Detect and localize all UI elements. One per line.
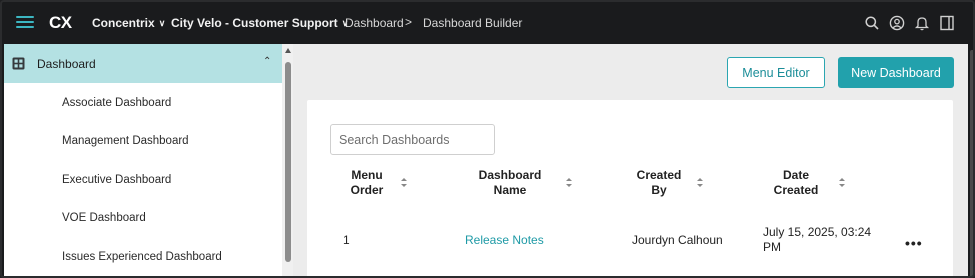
sidebar-section-dashboard[interactable]: Dashboard ⌃: [4, 44, 282, 83]
sort-icon[interactable]: [566, 178, 573, 188]
org-dropdown[interactable]: Concentrix ∨: [92, 16, 165, 30]
project-dropdown-label: City Velo - Customer Support: [171, 16, 338, 30]
sidebar-item-management-dashboard[interactable]: Management Dashboard: [62, 135, 189, 147]
bell-icon[interactable]: [914, 15, 930, 31]
column-header-created-by[interactable]: Created By: [629, 168, 689, 198]
app-logo: CX: [49, 13, 72, 32]
page-scrollbar[interactable]: [968, 44, 973, 276]
app-window: CX Concentrix ∨ City Velo - Customer Supp…: [0, 0, 975, 278]
sidebar-item-voe-dashboard[interactable]: VOE Dashboard: [62, 212, 146, 224]
breadcrumb-dashboard-builder: Dashboard Builder: [423, 16, 523, 30]
chevron-down-icon: ∨: [158, 18, 166, 28]
row-actions-more-icon[interactable]: •••: [905, 235, 923, 251]
cell-created-by: Jourdyn Calhoun: [632, 233, 723, 247]
breadcrumb-separator: >: [405, 15, 413, 29]
search-input[interactable]: [330, 124, 495, 155]
project-dropdown[interactable]: City Velo - Customer Support ∨: [171, 16, 348, 30]
sidebar: Dashboard ⌃ Associate Dashboard Manageme…: [4, 44, 282, 276]
sidebar-item-associate-dashboard[interactable]: Associate Dashboard: [62, 97, 171, 109]
chevron-up-icon[interactable]: ⌃: [263, 56, 271, 67]
column-header-dashboard-name[interactable]: Dashboard Name: [468, 168, 552, 198]
hamburger-menu-icon[interactable]: [16, 13, 34, 33]
cell-date-created: July 15, 2025, 03:24 PM: [763, 225, 872, 254]
dashboard-name-link[interactable]: Release Notes: [465, 233, 544, 247]
column-header-line: Name: [493, 183, 527, 197]
sort-icon[interactable]: [401, 178, 408, 188]
search-icon[interactable]: [864, 15, 880, 31]
new-dashboard-button[interactable]: New Dashboard: [838, 57, 954, 88]
top-bar: CX Concentrix ∨ City Velo - Customer Supp…: [2, 2, 973, 44]
sidebar-item-executive-dashboard[interactable]: Executive Dashboard: [62, 174, 171, 186]
breadcrumb-dashboard[interactable]: Dashboard: [345, 16, 404, 30]
sidebar-section-label: Dashboard: [37, 57, 96, 71]
column-header-menu-order[interactable]: Menu Order: [340, 168, 394, 198]
column-header-line: By: [651, 183, 667, 197]
sort-icon[interactable]: [697, 178, 704, 188]
column-header-line: Order: [350, 183, 384, 197]
column-header-line: Menu: [351, 168, 383, 182]
panel-icon[interactable]: [939, 15, 955, 31]
dashboard-icon: [12, 57, 25, 70]
org-dropdown-label: Concentrix: [92, 16, 155, 30]
sidebar-item-issues-experienced-dashboard[interactable]: Issues Experienced Dashboard: [62, 251, 222, 263]
menu-editor-button[interactable]: Menu Editor: [727, 57, 825, 88]
column-header-date-created[interactable]: Date Created: [767, 168, 825, 198]
user-icon[interactable]: [889, 15, 905, 31]
sort-icon[interactable]: [839, 178, 846, 188]
column-header-line: Created: [773, 183, 819, 197]
column-header-line: Created: [636, 168, 682, 182]
sidebar-scrollbar[interactable]: [282, 44, 293, 276]
column-header-line: Date: [782, 168, 809, 182]
page-scrollbar-thumb[interactable]: [970, 50, 973, 276]
cell-menu-order: 1: [343, 233, 350, 247]
column-header-line: Dashboard: [478, 168, 542, 182]
scroll-up-arrow-icon[interactable]: [285, 48, 291, 53]
sidebar-scrollbar-thumb[interactable]: [285, 62, 291, 262]
